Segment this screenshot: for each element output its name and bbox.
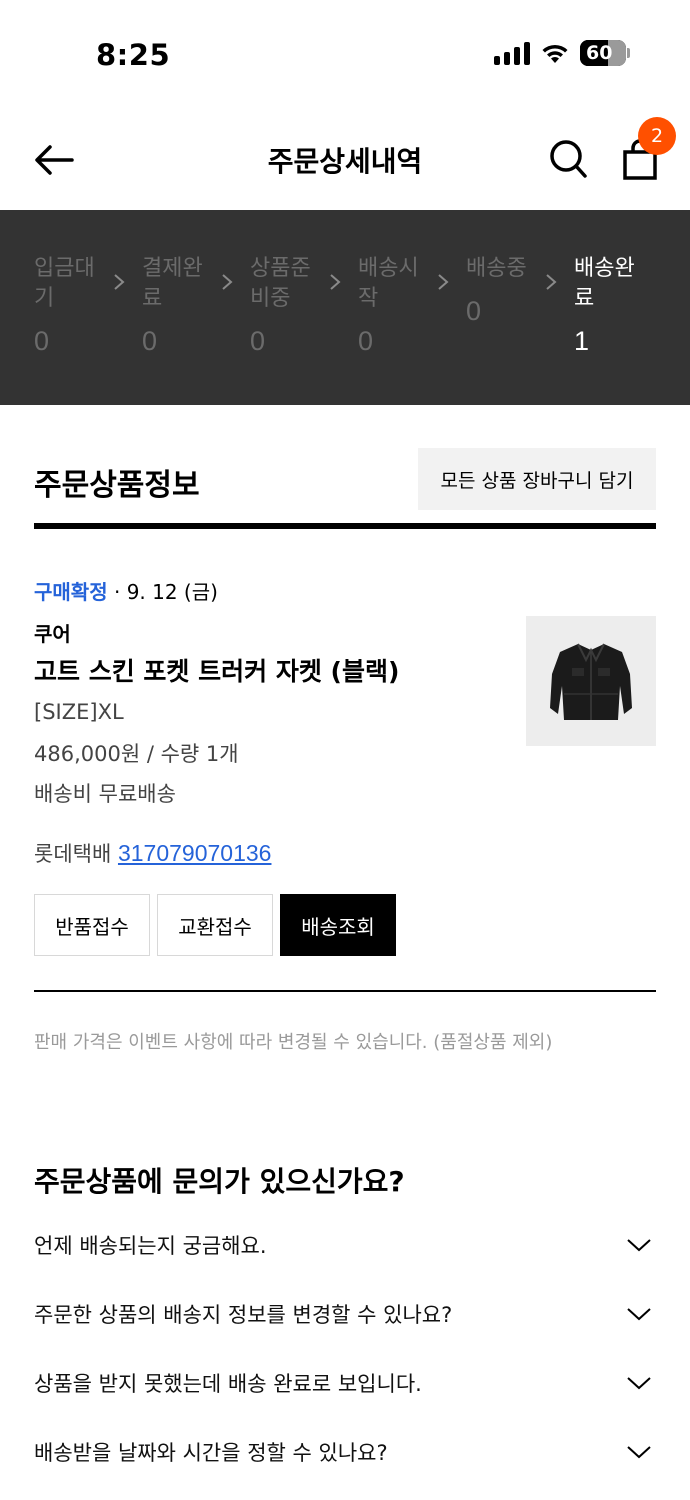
chevron-right-icon	[438, 274, 449, 290]
purchase-confirmed-status: 구매확정	[34, 580, 108, 604]
tracking-number-link[interactable]: 317079070136	[118, 840, 272, 866]
divider	[34, 990, 656, 992]
step-label: 배송완료	[574, 256, 635, 311]
chevron-right-icon	[546, 274, 557, 290]
step-label: 입금대기	[34, 256, 95, 311]
step-count: 0	[250, 326, 266, 356]
return-request-button[interactable]: 반품접수	[34, 894, 150, 956]
brand-name[interactable]: 쿠어	[34, 618, 71, 647]
faq-title: 주문상품에 문의가 있으신가요?	[34, 1165, 405, 1198]
courier-info: 롯데택배 317079070136	[34, 838, 271, 868]
chevron-down-icon	[627, 1308, 651, 1321]
step-label: 결제완료	[142, 256, 203, 311]
faq-item[interactable]: 언제 배송되는지 궁금해요.	[34, 1220, 656, 1270]
separator: ·	[107, 580, 127, 604]
wifi-icon	[542, 44, 568, 63]
step-count: 0	[34, 326, 50, 356]
app-header: 주문상세내역	[0, 110, 690, 210]
shipping-fee: 배송비 무료배송	[34, 782, 176, 806]
progress-step-delivered[interactable]: 배송완료 1	[574, 254, 654, 357]
search-icon[interactable]	[548, 138, 588, 180]
step-count: 0	[358, 326, 374, 356]
step-label: 배송시작	[358, 256, 419, 311]
status-bar: 8:25 60	[0, 0, 690, 110]
progress-step-pending-payment[interactable]: 입금대기 0	[34, 254, 114, 357]
divider	[34, 523, 656, 529]
progress-step-preparing[interactable]: 상품준비중 0	[250, 254, 330, 357]
chevron-right-icon	[222, 274, 233, 290]
chevron-down-icon	[627, 1446, 651, 1459]
jacket-image	[550, 643, 632, 720]
order-progress: 입금대기 0 결제완료 0 상품준비중 0 배송시작 0 배송중 0 배송완료 …	[0, 210, 690, 405]
section-title: 주문상품정보	[34, 468, 200, 503]
order-date: 9. 12 (금)	[126, 580, 218, 604]
product-name[interactable]: 고트 스킨 포켓 트러커 자켓 (블랙)	[34, 652, 399, 688]
price-quantity: 486,000원 / 수량 1개	[34, 742, 239, 766]
faq-item[interactable]: 배송받을 날짜와 시간을 정할 수 있나요?	[34, 1427, 656, 1477]
order-status-line: 구매확정 · 9. 12 (금)	[34, 576, 218, 605]
exchange-request-button[interactable]: 교환접수	[157, 894, 273, 956]
status-icons: 60	[494, 40, 630, 66]
product-image[interactable]	[526, 616, 656, 746]
faq-question: 언제 배송되는지 궁금해요.	[34, 1234, 267, 1258]
cart-count-badge: 2	[638, 117, 676, 155]
add-all-to-cart-button[interactable]: 모든 상품 장바구니 담기	[418, 448, 656, 510]
faq-item[interactable]: 상품을 받지 못했는데 배송 완료로 보입니다.	[34, 1358, 656, 1408]
track-shipment-button[interactable]: 배송조회	[280, 894, 396, 956]
product-option: [SIZE]XL	[34, 700, 124, 724]
signal-icon	[494, 41, 530, 65]
status-time: 8:25	[96, 38, 171, 72]
battery-icon: 60	[580, 40, 630, 66]
step-count: 1	[574, 326, 590, 356]
price-notice: 판매 가격은 이벤트 사항에 따라 변경될 수 있습니다. (품절상품 제외)	[34, 1032, 553, 1053]
faq-question: 주문한 상품의 배송지 정보를 변경할 수 있나요?	[34, 1303, 453, 1327]
chevron-down-icon	[627, 1377, 651, 1390]
battery-level: 60	[586, 42, 613, 64]
progress-step-in-transit[interactable]: 배송중 0	[466, 254, 546, 327]
step-label: 배송중	[466, 256, 527, 281]
step-count: 0	[466, 296, 482, 326]
chevron-down-icon	[627, 1239, 651, 1252]
progress-step-shipping-started[interactable]: 배송시작 0	[358, 254, 438, 357]
progress-step-paid[interactable]: 결제완료 0	[142, 254, 222, 357]
chevron-right-icon	[330, 274, 341, 290]
step-label: 상품준비중	[250, 256, 311, 311]
faq-item[interactable]: 주문한 상품의 배송지 정보를 변경할 수 있나요?	[34, 1289, 656, 1339]
chevron-right-icon	[114, 274, 125, 290]
step-count: 0	[142, 326, 158, 356]
courier-name: 롯데택배	[34, 842, 112, 866]
faq-question: 배송받을 날짜와 시간을 정할 수 있나요?	[34, 1441, 388, 1465]
faq-question: 상품을 받지 못했는데 배송 완료로 보입니다.	[34, 1372, 422, 1396]
